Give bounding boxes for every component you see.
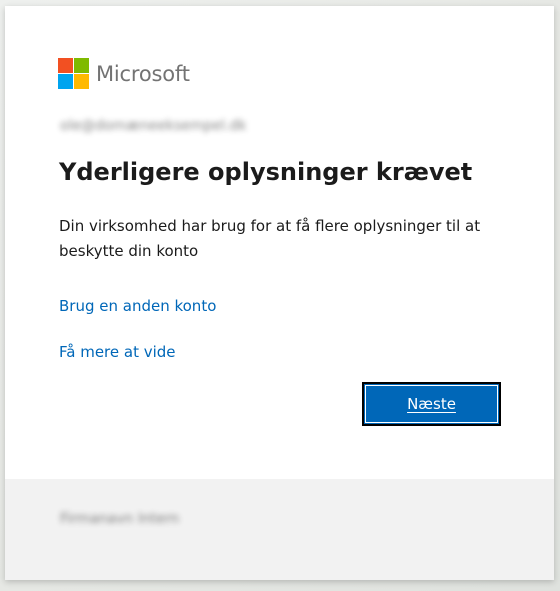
footer-panel: Firmanavn Intern [5, 479, 554, 580]
learn-more-link[interactable]: Få mere at vide [59, 343, 176, 361]
logo-square-yellow [74, 74, 89, 89]
page-title: Yderligere oplysninger krævet [59, 158, 473, 186]
logo-square-green [74, 58, 89, 73]
account-email: ole@domæneeksempel.dk [60, 118, 247, 134]
signin-card: Microsoft ole@domæneeksempel.dk Yderlige… [5, 6, 554, 580]
microsoft-logo-icon [58, 58, 89, 89]
use-another-account-link[interactable]: Brug en anden konto [59, 297, 216, 315]
logo-square-red [58, 58, 73, 73]
logo-wordmark: Microsoft [96, 61, 190, 86]
footer-org-name: Firmanavn Intern [60, 511, 180, 527]
logo-square-blue [58, 74, 73, 89]
next-button[interactable]: Næste [362, 382, 501, 426]
microsoft-logo: Microsoft [58, 58, 190, 89]
page-description: Din virksomhed har brug for at få flere … [59, 217, 481, 260]
